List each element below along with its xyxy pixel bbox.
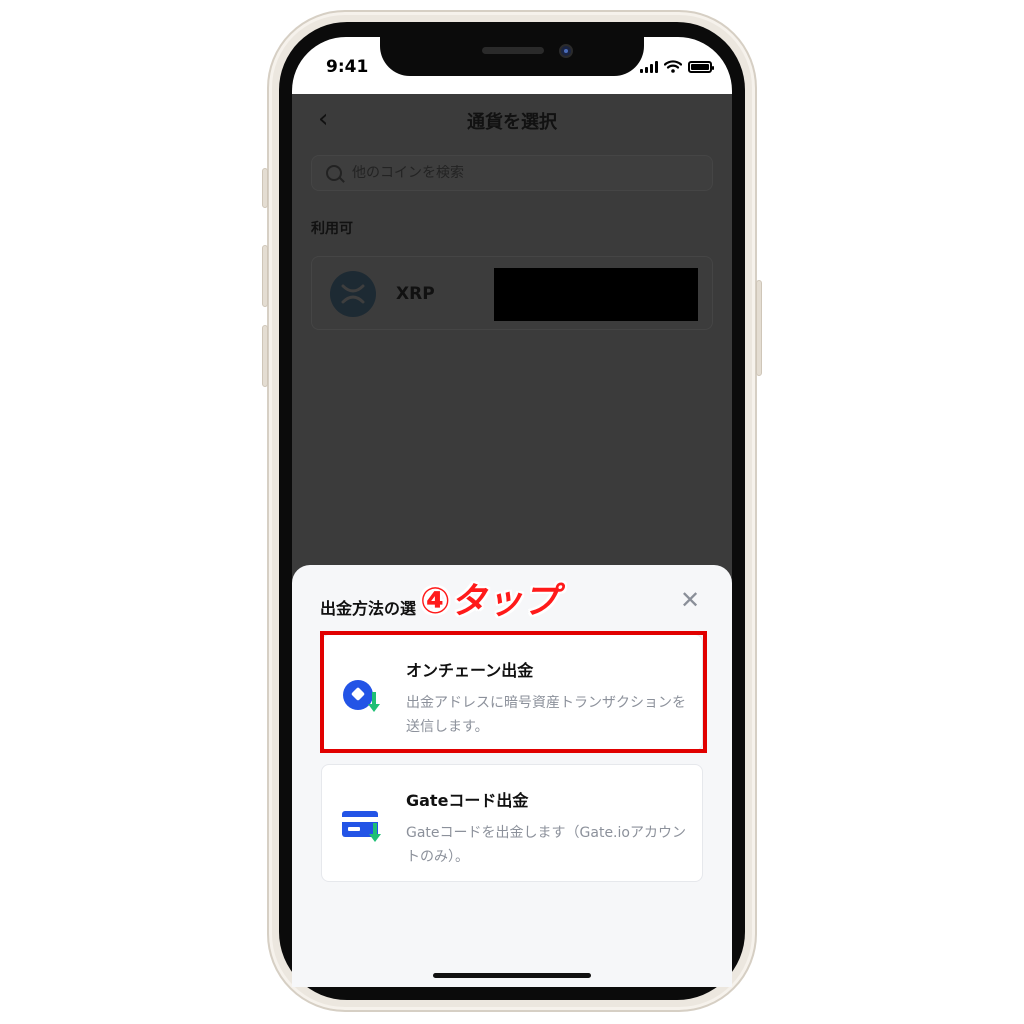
coin-name: XRP bbox=[396, 284, 435, 304]
speaker bbox=[482, 47, 544, 54]
status-time: 9:41 bbox=[326, 57, 369, 77]
close-icon[interactable]: ✕ bbox=[680, 588, 700, 612]
volume-up-button bbox=[262, 245, 268, 307]
sheet-title: 出金方法の選 bbox=[320, 599, 417, 618]
available-section-label: 利用可 bbox=[311, 221, 353, 237]
search-input[interactable] bbox=[352, 165, 652, 181]
cellular-signal-icon bbox=[640, 60, 658, 73]
search-field[interactable] bbox=[311, 155, 713, 191]
page-title: 通貨を選択 bbox=[467, 112, 557, 133]
option-description: Gateコードを出金します（Gate.ioアカウントのみ）。 bbox=[406, 825, 686, 865]
option-title: Gateコード出金 bbox=[406, 791, 529, 810]
chevron-left-icon[interactable]: ‹ bbox=[318, 106, 328, 132]
silent-switch bbox=[262, 168, 268, 208]
battery-icon bbox=[688, 60, 714, 73]
front-camera bbox=[559, 44, 573, 58]
home-indicator[interactable] bbox=[433, 973, 591, 978]
highlight-box bbox=[320, 631, 707, 753]
gate-code-card-icon bbox=[342, 811, 381, 842]
search-icon bbox=[326, 165, 342, 181]
redacted-balance bbox=[494, 268, 698, 321]
xrp-icon bbox=[330, 271, 376, 317]
coin-row-xrp[interactable]: XRP bbox=[311, 256, 713, 330]
power-button bbox=[756, 280, 762, 376]
gate-code-withdraw-option[interactable]: Gateコード出金 Gateコードを出金します（Gate.ioアカウントのみ）。 bbox=[321, 764, 703, 882]
status-icons bbox=[640, 60, 714, 73]
wifi-icon bbox=[664, 60, 682, 73]
tap-annotation: ④タップ bbox=[420, 581, 559, 622]
volume-down-button bbox=[262, 325, 268, 387]
